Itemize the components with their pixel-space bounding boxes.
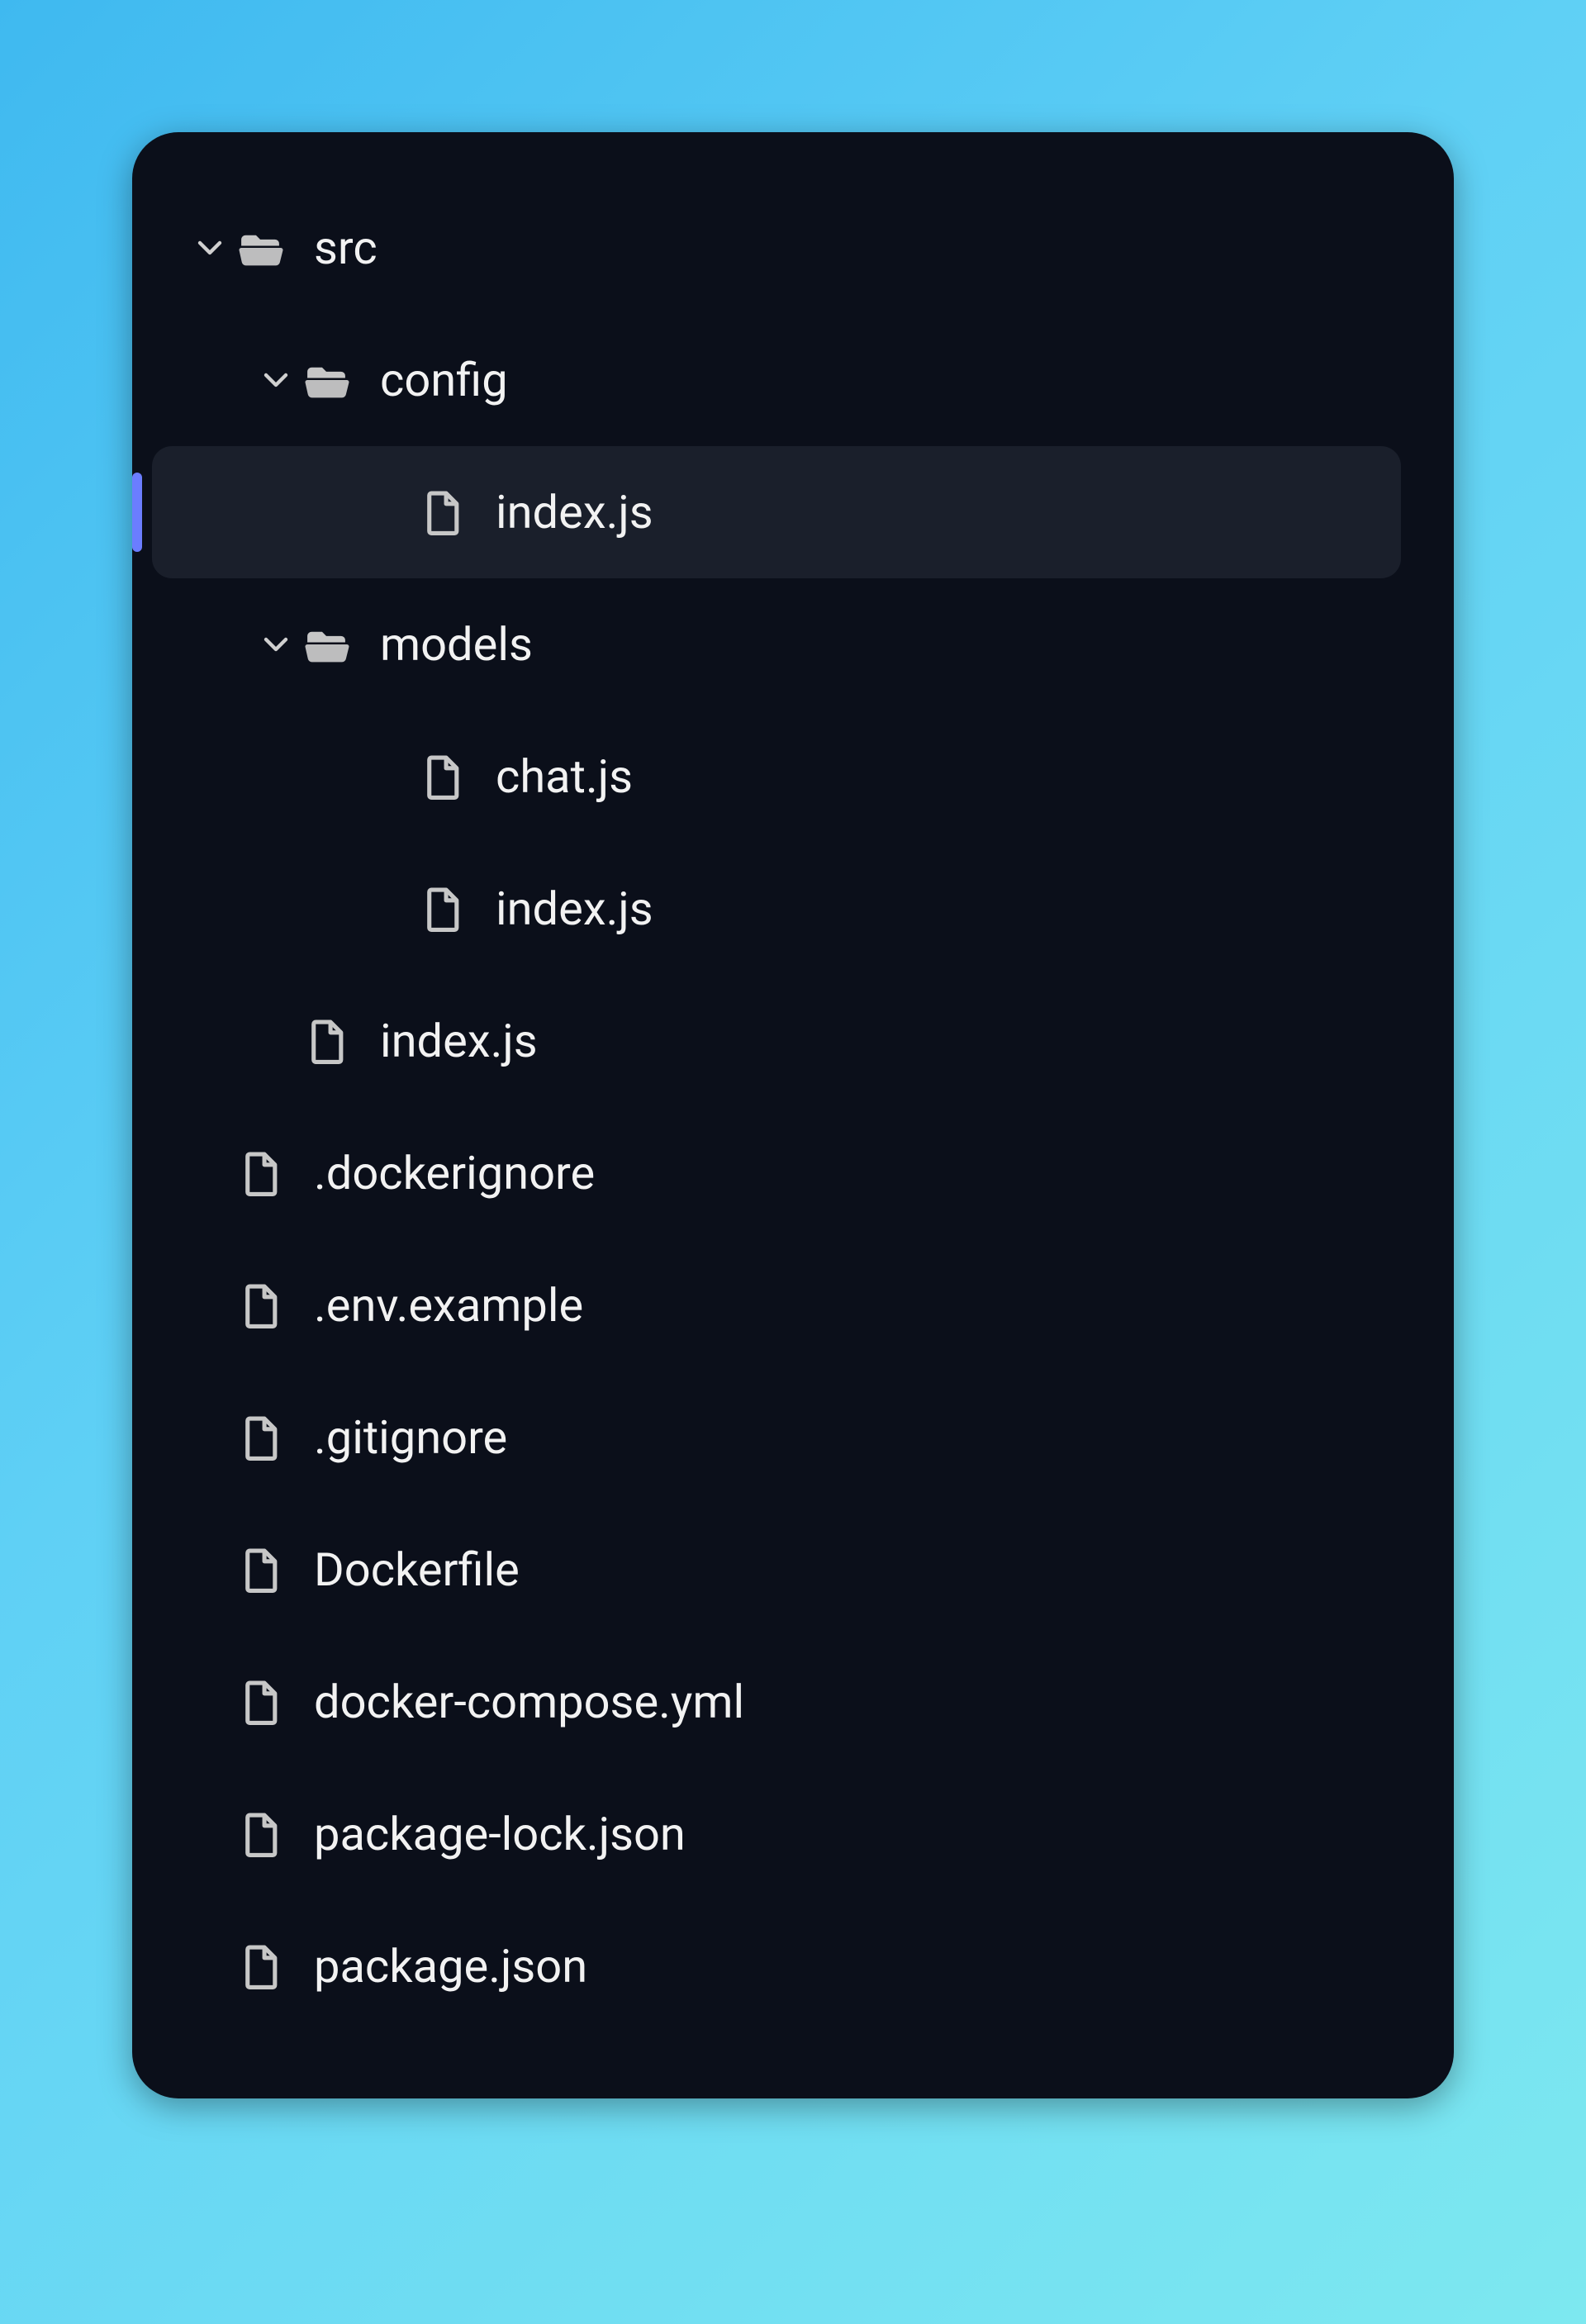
chevron-down-icon[interactable] [185,231,235,264]
file-explorer-panel: src config index.js models chat.js index.js in… [132,132,1454,2098]
file-icon [235,1676,286,1728]
folder-open-icon [235,222,286,273]
active-indicator [132,473,142,552]
file-icon [416,487,468,538]
tree-item-dockerignore[interactable]: .dockerignore [152,1107,1401,1239]
tree-item-docker-compose[interactable]: docker-compose.yml [152,1636,1401,1768]
chevron-down-icon[interactable] [251,364,301,397]
tree-item-src-index[interactable]: index.js [152,975,1401,1107]
file-icon [235,1544,286,1595]
tree-item-label: index.js [496,882,653,936]
tree-item-models[interactable]: models [152,578,1401,711]
tree-item-label: chat.js [496,749,633,804]
tree-item-models-chat[interactable]: chat.js [152,711,1401,843]
tree-item-label: index.js [496,485,653,539]
file-icon [235,1941,286,1992]
tree-item-env-example[interactable]: .env.example [152,1239,1401,1371]
tree-item-label: .gitignore [314,1410,507,1465]
tree-item-label: package.json [314,1939,587,1994]
file-icon [235,1280,286,1331]
file-icon [235,1412,286,1463]
tree-item-dockerfile[interactable]: Dockerfile [152,1504,1401,1636]
tree-item-label: index.js [380,1014,538,1068]
tree-item-label: .dockerignore [314,1146,595,1200]
file-icon [416,883,468,934]
tree-item-package[interactable]: package.json [152,1900,1401,2032]
tree-item-label: models [380,617,533,672]
tree-item-config[interactable]: config [152,314,1401,446]
file-icon [301,1015,352,1067]
file-tree: src config index.js models chat.js index.js in… [132,182,1421,2032]
file-icon [235,1148,286,1199]
tree-item-label: docker-compose.yml [314,1675,744,1729]
tree-item-package-lock[interactable]: package-lock.json [152,1768,1401,1900]
tree-item-label: config [380,353,508,407]
tree-item-models-index[interactable]: index.js [152,843,1401,975]
tree-item-label: package-lock.json [314,1807,686,1861]
tree-item-label: .env.example [314,1278,583,1333]
tree-item-label: src [314,221,378,275]
file-icon [235,1808,286,1860]
tree-item-src[interactable]: src [152,182,1401,314]
chevron-down-icon[interactable] [251,628,301,661]
tree-item-gitignore[interactable]: .gitignore [152,1371,1401,1504]
tree-item-config-index[interactable]: index.js [152,446,1401,578]
file-icon [416,751,468,802]
folder-open-icon [301,354,352,406]
folder-open-icon [301,619,352,670]
tree-item-label: Dockerfile [314,1542,520,1597]
